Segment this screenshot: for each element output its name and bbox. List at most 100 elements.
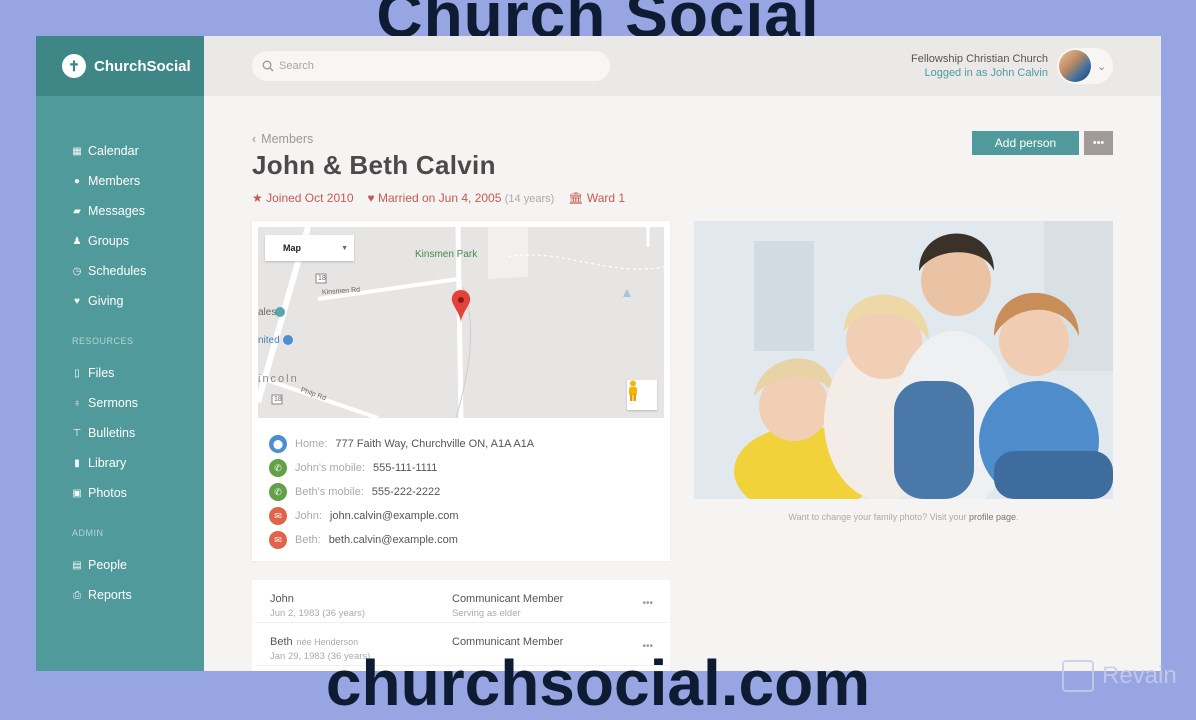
member-name: John (270, 593, 294, 605)
top-bar: Fellowship Christian Church Logged in as… (204, 36, 1161, 96)
married-text: Married on Jun 4, 2005 (377, 191, 502, 205)
page-actions: Add person ••• (972, 131, 1113, 155)
breadcrumb-members[interactable]: Members (261, 132, 313, 146)
sidebar-item-groups[interactable]: ♟ Groups (72, 226, 204, 256)
chevron-left-icon: ‹ (252, 132, 257, 146)
location-pin-icon: ⬤ (269, 435, 287, 453)
email-icon: ✉ (269, 507, 287, 525)
sidebar-item-label: Giving (88, 294, 124, 308)
avatar (1059, 50, 1091, 82)
logged-in-status: Logged in as John Calvin (924, 67, 1048, 79)
member-role: Communicant Member (452, 593, 564, 605)
clock-icon: ◷ (72, 265, 82, 277)
heart-icon: ♥ (367, 191, 375, 205)
section-label-resources: RESOURCES (72, 336, 134, 346)
member-more-button[interactable]: ••• (642, 598, 653, 609)
member-service: Serving as elder (452, 608, 521, 619)
sidebar-item-label: Files (88, 366, 115, 380)
sidebar-item-label: Members (88, 174, 141, 188)
sidebar-item-label: Calendar (88, 144, 139, 158)
photo-caption-text: Want to change your family photo? Visit … (788, 512, 967, 522)
contact-phone: ✆ Beth's mobile: 555-222-2222 (269, 480, 534, 504)
building-icon: 🏛 (568, 191, 584, 205)
contact-card: Map ▼ Kinsmen Park Kinsmen Rd ales nited… (252, 221, 670, 561)
heart-icon: ♥ (74, 295, 80, 307)
phone-icon: ✆ (269, 483, 287, 501)
family-photo-image (694, 221, 1113, 499)
app-window: ✝ ChurchSocial ▦ Calendar ● Members ▰ Messa… (36, 36, 1161, 671)
bottom-banner-text: churchsocial.com (325, 647, 871, 719)
sidebar-item-schedules[interactable]: ◷ Schedules (72, 256, 204, 286)
contact-value[interactable]: john.calvin@example.com (330, 510, 459, 522)
revain-watermark: Revain (1062, 660, 1177, 692)
sidebar-item-bulletins[interactable]: ⊤ Bulletins (72, 418, 204, 448)
email-icon: ✉ (269, 531, 287, 549)
ward-text: Ward 1 (586, 191, 626, 205)
sidebar-item-label: People (88, 558, 127, 572)
profile-page-link[interactable]: profile page (969, 512, 1016, 522)
member-first-name: John (270, 593, 294, 605)
contact-email: ✉ Beth: beth.calvin@example.com (269, 528, 534, 552)
search-input[interactable] (279, 60, 610, 72)
logo[interactable]: ✝ ChurchSocial (36, 36, 204, 96)
sidebar-item-files[interactable]: ▯ Files (72, 358, 204, 388)
street-view-button[interactable] (627, 380, 657, 410)
sidebar-item-label: Schedules (88, 264, 147, 278)
breadcrumb[interactable]: ‹ Members (252, 132, 625, 146)
member-row[interactable]: John Jun 2, 1983 (36 years) Communicant … (255, 580, 667, 623)
sidebar-item-reports[interactable]: ⎙ Reports (72, 580, 204, 610)
add-person-button[interactable]: Add person (972, 131, 1079, 155)
address-book-icon: ▤ (72, 559, 82, 571)
contact-email: ✉ John: john.calvin@example.com (269, 504, 534, 528)
joined-text: Joined Oct 2010 (266, 191, 354, 205)
groups-icon: ♟ (72, 235, 82, 247)
search-box[interactable] (252, 51, 610, 81)
page-header: ‹ Members John & Beth Calvin ★ Joined Oc… (252, 132, 625, 205)
chevron-down-icon: ⌄ (1097, 60, 1107, 73)
sidebar-item-label: Groups (88, 234, 129, 248)
contact-value[interactable]: 777 Faith Way, Churchville ON, A1A A1A (335, 438, 534, 450)
sidebar-item-giving[interactable]: ♥ Giving (72, 286, 204, 316)
ward-info: 🏛 Ward 1 (568, 191, 625, 205)
user-icon: ● (73, 175, 81, 187)
sidebar-item-label: Library (88, 456, 127, 470)
pin-icon: ⊤ (72, 427, 82, 439)
family-photo (694, 221, 1113, 499)
map-route-label: 18 (274, 396, 282, 403)
location-map[interactable]: Map ▼ Kinsmen Park Kinsmen Rd ales nited… (258, 227, 664, 418)
member-dob: Jun 2, 1983 (36 years) (270, 608, 366, 619)
user-info: Fellowship Christian Church Logged in as… (911, 52, 1048, 80)
page-title: John & Beth Calvin (252, 150, 496, 180)
sidebar-item-sermons[interactable]: ♁ Sermons (72, 388, 204, 418)
map-type-select[interactable]: Map ▼ (265, 235, 354, 261)
church-name: Fellowship Christian Church (911, 53, 1048, 65)
dropdown-arrow-icon: ▼ (341, 244, 348, 252)
joined-info: ★ Joined Oct 2010 (252, 191, 354, 205)
book-icon: ▮ (74, 457, 80, 469)
contact-phone: ✆ John's mobile: 555-111-1111 (269, 456, 534, 480)
photo-caption-end: . (1016, 512, 1019, 522)
family-meta: ★ Joined Oct 2010 ♥ Married on Jun 4, 20… (252, 191, 625, 205)
sidebar-item-people[interactable]: ▤ People (72, 550, 204, 580)
sidebar-item-label: Bulletins (88, 426, 136, 440)
contact-value[interactable]: 555-111-1111 (373, 462, 437, 474)
microphone-icon: ♁ (73, 397, 81, 409)
sidebar-item-photos[interactable]: ▣ Photos (72, 478, 204, 508)
church-logo-icon: ✝ (62, 54, 86, 78)
contact-list: ⬤ Home: 777 Faith Way, Churchville ON, A1A… (269, 432, 534, 552)
contact-label: Beth's mobile: (295, 486, 364, 498)
contact-home: ⬤ Home: 777 Faith Way, Churchville ON, A1A… (269, 432, 534, 456)
contact-value[interactable]: beth.calvin@example.com (329, 534, 458, 546)
sidebar-item-members[interactable]: ● Members (72, 166, 240, 196)
contact-label: Beth: (295, 534, 321, 546)
file-icon: ▯ (74, 367, 80, 379)
map-label-park: Kinsmen Park (415, 249, 478, 260)
phone-icon: ✆ (269, 459, 287, 477)
sidebar-item-library[interactable]: ▮ Library (72, 448, 204, 478)
sidebar-item-calendar[interactable]: ▦ Calendar (72, 136, 204, 166)
user-menu-button[interactable]: ⌄ (1057, 48, 1113, 84)
more-options-button[interactable]: ••• (1084, 131, 1113, 155)
contact-value[interactable]: 555-222-2222 (372, 486, 441, 498)
contact-label: John's mobile: (295, 462, 365, 474)
sidebar-item-messages[interactable]: ▰ Messages (72, 196, 204, 226)
